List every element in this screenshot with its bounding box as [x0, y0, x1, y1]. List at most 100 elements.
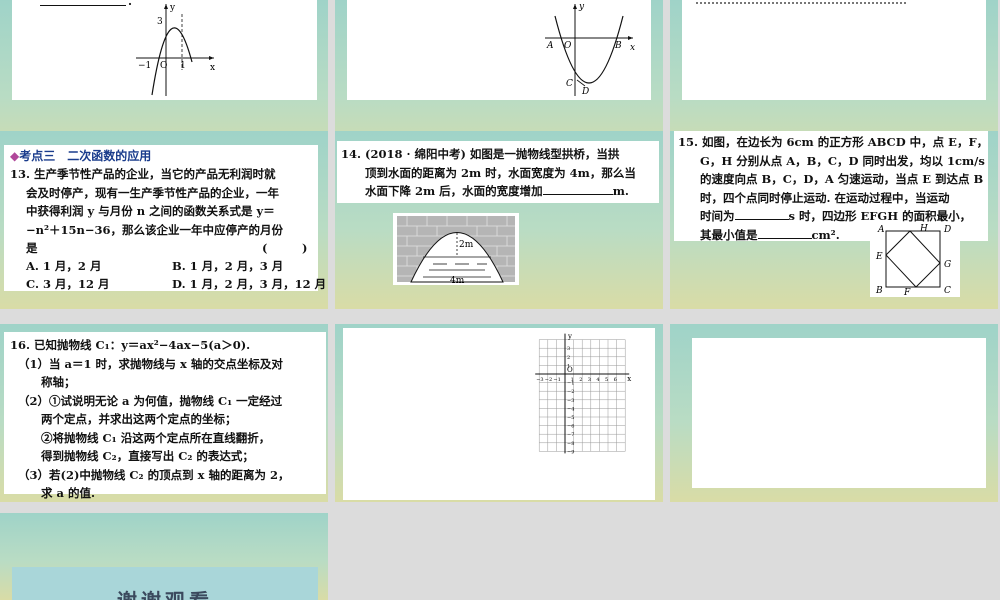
slide-9[interactable] — [670, 324, 998, 502]
y-tick-label: −8 — [567, 441, 574, 447]
slide-7[interactable]: 16. 已知抛物线 C₁：y＝ax²−4ax−5(a＞0). （1）当 a＝1 … — [0, 324, 328, 502]
y-tick-label: −1 — [567, 381, 574, 387]
parabola-graph-2: y x O A B C D — [545, 2, 635, 97]
q14-line: 顶到水面的距离为 2m 时，水面宽度为 4m，那么当 — [365, 165, 636, 180]
q13-line: 中获得利润 y 与月份 n 之间的函数关系式是 y＝ — [26, 204, 275, 218]
tick-neg1-label: −1 — [138, 61, 151, 71]
x-tick-label: −3 — [536, 377, 543, 383]
section-title: 考点三 二次函数的应用 — [19, 149, 152, 163]
thanks-banner: 谢谢观看 — [12, 567, 318, 600]
x-tick-label: −1 — [553, 377, 560, 383]
slide-7-card: 16. 已知抛物线 C₁：y＝ax²−4ax−5(a＞0). （1）当 a＝1 … — [4, 332, 326, 500]
x-axis-label: x — [630, 43, 635, 53]
y-tick-label: −9 — [567, 449, 574, 455]
option-c[interactable]: C. 3 月，12 月 — [26, 275, 109, 294]
slide-4-card: ◆考点三 二次函数的应用 13. 生产季节性产品的企业，当它的产品无利润时就 会… — [4, 145, 326, 294]
y-tick-label: −6 — [567, 424, 574, 430]
q15-line: G，H 分别从点 A，B，C，D 同时出发，均以 1cm/s — [700, 153, 985, 168]
question-13: 13. 生产季节性产品的企业，当它的产品无利润时就 会及时停产，现有一生产季节性… — [10, 165, 307, 258]
y-tick-label: −3 — [567, 398, 574, 404]
option-a[interactable]: A. 1 月，2 月 — [26, 257, 101, 276]
x-axis-label: x — [627, 375, 631, 383]
slide-8[interactable]: y x O −3 −2 −1 1 2 3 4 5 6 3 2 1 −1 −2 −3 −4 −5 −6 −7 −8 −9 — [335, 324, 663, 502]
q14-line: m. — [612, 184, 629, 198]
arch-bridge-figure: 2m 4m — [397, 216, 515, 285]
y-tick-label: −5 — [567, 415, 574, 421]
y-tick-label: −7 — [567, 432, 574, 438]
cut-off-text-line — [696, 0, 906, 4]
point-g-label: G — [944, 260, 951, 270]
section-header: ◆考点三 二次函数的应用 — [10, 147, 151, 166]
tick-1-label: 1 — [180, 61, 186, 71]
q14-line: 14. (2018 · 绵阳中考) 如图是一抛物线型拱桥，当拱 — [341, 147, 620, 161]
y-tick-label: −4 — [567, 406, 574, 412]
q16-line: 两个定点，并求出这两个定点的坐标； — [18, 412, 237, 426]
y-tick-label: 3 — [567, 346, 570, 352]
bridge-figure-card: 2m 4m — [393, 213, 519, 285]
point-a-label: A — [877, 225, 885, 235]
diamond-icon: ◆ — [10, 149, 20, 163]
q13-line: 会及时停产，现有一生产季节性产品的企业，一年 — [26, 185, 279, 200]
point-d-label: D — [581, 87, 589, 97]
parabola-graph-1: y x 3 −1 O 1 — [136, 3, 215, 96]
slide-8-card: y x O −3 −2 −1 1 2 3 4 5 6 3 2 1 −1 −2 −3 −4 −5 −6 −7 −8 −9 — [343, 328, 655, 500]
question-16: 16. 已知抛物线 C₁：y＝ax²−4ax−5(a＞0). （1）当 a＝1 … — [10, 336, 289, 502]
point-c-label: C — [566, 79, 573, 89]
answer-blank — [40, 0, 126, 6]
answer-paren: ( ) — [262, 241, 308, 255]
slide-1-card: . y x 3 −1 O 1 — [12, 0, 317, 100]
answer-blank[interactable] — [542, 183, 613, 195]
point-e-label: E — [875, 252, 883, 262]
point-h-label: H — [919, 224, 928, 234]
q15-line: 时，四个点同时停止运动. 在运动过程中，当运动 — [700, 190, 950, 205]
slide-9-card — [692, 338, 986, 488]
q13-line: 是 — [26, 241, 38, 255]
q13-line: 13. 生产季节性产品的企业，当它的产品无利润时就 — [10, 167, 276, 181]
answer-blank-area[interactable] — [757, 227, 812, 239]
x-tick-label: 4 — [596, 377, 599, 383]
y-tick-label: −2 — [567, 389, 574, 395]
slide-3-card — [682, 0, 986, 100]
option-d[interactable]: D. 1 月，2 月，3 月，12 月 — [172, 275, 326, 294]
square-figure: A H D E G B F C — [875, 224, 951, 297]
y-axis-label: y — [578, 2, 585, 12]
q15-line: 时间为 — [700, 209, 735, 223]
q15-line: s 时，四边形 EFGH 的面积最小， — [788, 209, 972, 223]
tick-3-label: 3 — [157, 17, 163, 27]
point-f-label: F — [903, 288, 911, 297]
slide-4[interactable]: ◆考点三 二次函数的应用 13. 生产季节性产品的企业，当它的产品无利润时就 会… — [0, 131, 328, 309]
slide-2-card: y x O A B C D — [347, 0, 651, 100]
y-axis-label: y — [169, 3, 176, 13]
x-axis-label: x — [210, 63, 215, 73]
origin-label: O — [564, 41, 572, 51]
square-figure-card: A H D E G B F C — [870, 223, 960, 297]
q16-line: 求 a 的值. — [18, 486, 95, 500]
x-tick-label: 3 — [588, 377, 591, 383]
option-b[interactable]: B. 1 月，2 月，3 月 — [172, 257, 283, 276]
q15-line: 其最小值是 — [700, 227, 758, 242]
slide-6[interactable]: 15. 如图，在边长为 6cm 的正方形 ABCD 中，点 E，F， G，H 分… — [670, 131, 998, 309]
y-axis-label: y — [567, 333, 572, 341]
answer-blank-time[interactable] — [734, 208, 789, 220]
x-tick-label: −2 — [545, 377, 552, 383]
slide-5[interactable]: 14. (2018 · 绵阳中考) 如图是一抛物线型拱桥，当拱 顶到水面的距离为… — [335, 131, 663, 309]
question-14: 14. (2018 · 绵阳中考) 如图是一抛物线型拱桥，当拱 顶到水面的距离为… — [341, 145, 636, 201]
slide-10[interactable]: 谢谢观看 — [0, 513, 328, 600]
point-d-label: D — [943, 225, 951, 235]
q16-line: 称轴； — [18, 375, 76, 389]
point-b-label: B — [875, 286, 883, 296]
q16-line: 得到抛物线 C₂，直接写出 C₂ 的表达式； — [18, 449, 254, 463]
slide-5-card: 14. (2018 · 绵阳中考) 如图是一抛物线型拱桥，当拱 顶到水面的距离为… — [337, 141, 659, 203]
q16-line: （3）若(2)中抛物线 C₂ 的顶点到 x 轴的距离为 2， — [18, 467, 290, 482]
coordinate-grid: yxO−3 −2 −1 1 2 3 4 5 6321−1−2−3−4−5−6−7−8−9 — [535, 333, 631, 455]
x-tick-label: 5 — [605, 377, 608, 383]
q15-line: 的速度向点 B，C，D，A 匀速运动，当点 E 到达点 B — [700, 172, 984, 186]
q16-line: 16. 已知抛物线 C₁：y＝ax²−4ax−5(a＞0). — [10, 338, 251, 352]
thanks-text: 谢谢观看 — [12, 585, 318, 600]
point-a-label: A — [546, 41, 554, 51]
point-c-label: C — [944, 286, 951, 296]
x-tick-label: 2 — [579, 377, 582, 383]
q15-line: cm². — [811, 227, 840, 242]
y-tick-label: 1 — [567, 363, 570, 369]
q15-line: 15. 如图，在边长为 6cm 的正方形 ABCD 中，点 E，F， — [678, 135, 989, 149]
